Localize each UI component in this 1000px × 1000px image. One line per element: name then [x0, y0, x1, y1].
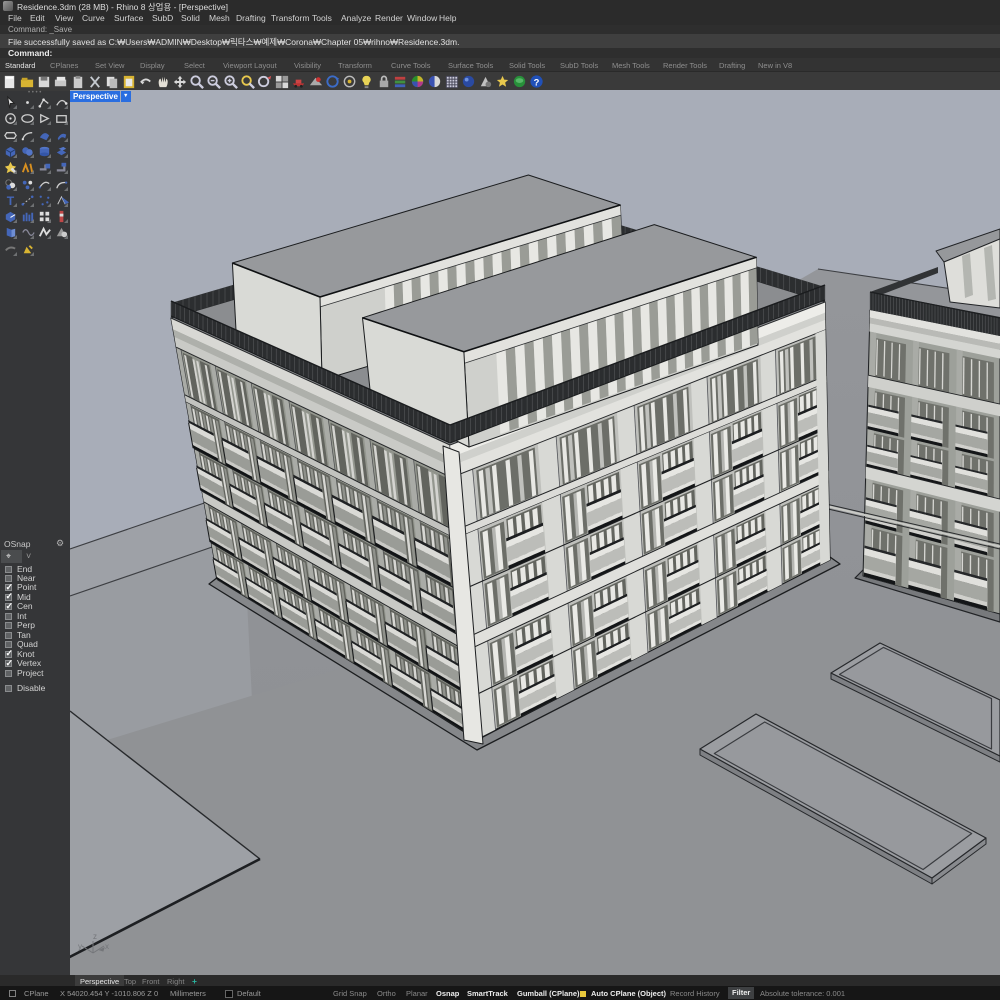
svg-text:x: x	[105, 942, 109, 951]
svg-text:y: y	[78, 942, 82, 951]
svg-text:z: z	[93, 932, 97, 941]
svg-text:?: ?	[534, 76, 540, 87]
